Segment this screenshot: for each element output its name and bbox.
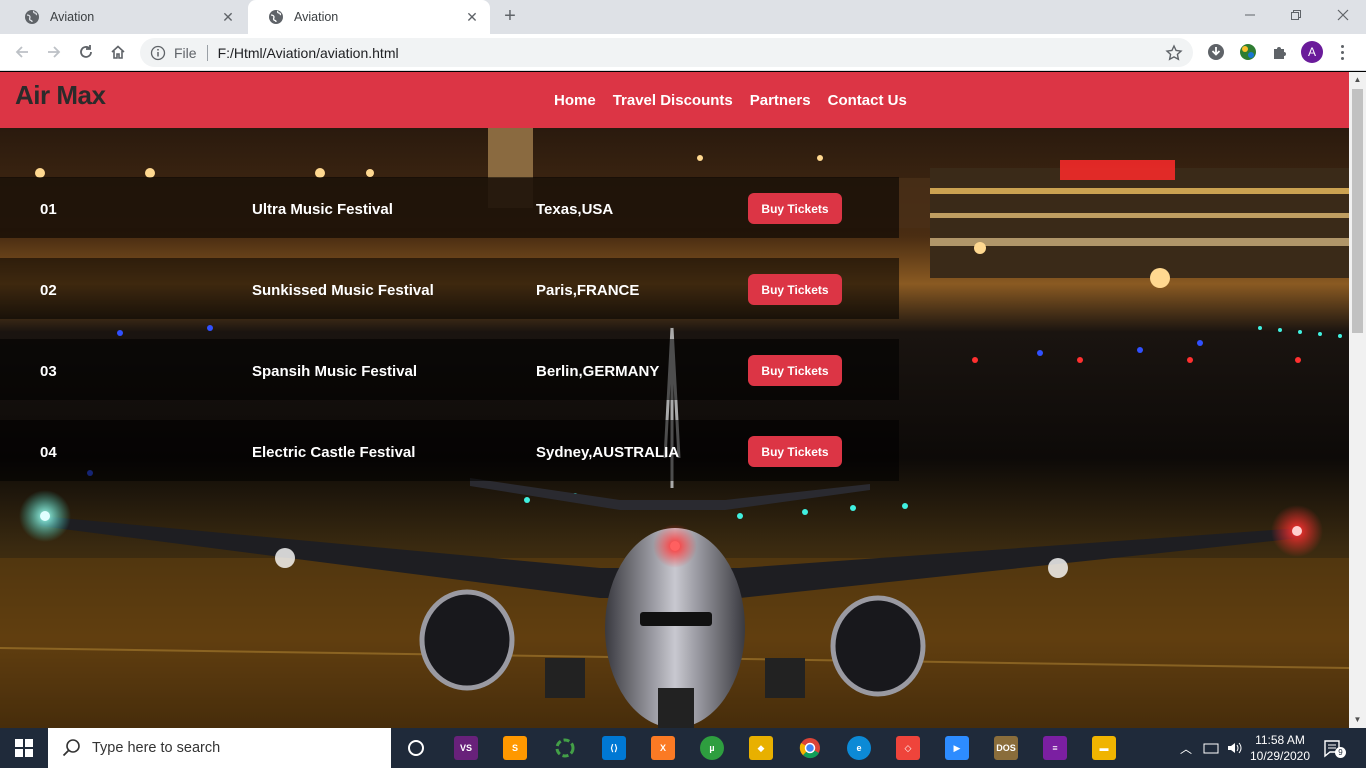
globe-icon xyxy=(268,9,284,25)
windows-taskbar: Type here to search VS S ⟨⟩ X µ ◆ e ◇ ▶ … xyxy=(0,728,1366,768)
event-location: Texas,USA xyxy=(536,201,614,218)
search-icon xyxy=(62,738,82,758)
search-placeholder: Type here to search xyxy=(92,740,221,756)
event-name: Spansih Music Festival xyxy=(252,363,418,380)
globe-icon xyxy=(24,9,40,25)
buy-tickets-button[interactable]: Buy Tickets xyxy=(748,193,842,224)
nav-link-travel-discounts[interactable]: Travel Discounts xyxy=(613,92,733,109)
visual-studio-icon[interactable]: VS xyxy=(454,736,478,760)
divider xyxy=(206,44,208,61)
zoom-icon[interactable]: ▶ xyxy=(945,736,969,760)
sourcetree-icon[interactable]: ◆ xyxy=(749,736,773,760)
reload-icon[interactable] xyxy=(73,39,99,65)
event-row: 02 Sunkissed Music Festival Paris,FRANCE… xyxy=(0,258,899,339)
xampp-icon[interactable]: X xyxy=(651,736,675,760)
event-row: 04 Electric Castle Festival Sydney,AUSTR… xyxy=(0,420,899,501)
vscode-icon[interactable]: ⟨⟩ xyxy=(602,736,626,760)
event-row: 01 Ultra Music Festival Texas,USA Buy Ti… xyxy=(0,177,899,258)
event-number: 02 xyxy=(40,282,57,299)
edge-icon[interactable]: e xyxy=(847,736,871,760)
home-icon[interactable] xyxy=(105,39,131,65)
event-number: 01 xyxy=(40,201,57,218)
site-logo[interactable]: Air Max xyxy=(15,80,106,111)
nav-link-home[interactable]: Home xyxy=(554,92,596,109)
anydesk-icon[interactable]: ◇ xyxy=(896,736,920,760)
browser-toolbar: File F:/Html/Aviation/aviation.html A xyxy=(0,34,1366,71)
scroll-down-arrow-icon[interactable]: ▼ xyxy=(1349,712,1366,728)
file-explorer-icon[interactable]: ▬ xyxy=(1092,736,1116,760)
restore-button[interactable] xyxy=(1273,0,1319,30)
utorrent-icon[interactable]: µ xyxy=(700,736,724,760)
window-close-button[interactable] xyxy=(1320,0,1366,30)
extension-earth-icon[interactable] xyxy=(1238,42,1258,62)
dosbox-icon[interactable]: DOS xyxy=(994,736,1018,760)
event-row: 03 Spansih Music Festival Berlin,GERMANY… xyxy=(0,339,899,420)
scroll-up-arrow-icon[interactable]: ▲ xyxy=(1349,72,1366,88)
new-tab-button[interactable]: + xyxy=(498,5,522,29)
page-viewport: Air Max Home Travel Discounts Partners C… xyxy=(0,72,1349,728)
cortana-icon[interactable] xyxy=(404,736,428,760)
browser-tab-strip: Aviation ✕ Aviation ✕ + xyxy=(0,0,1366,34)
event-name: Sunkissed Music Festival xyxy=(252,282,434,299)
download-icon[interactable] xyxy=(1206,42,1226,62)
close-icon[interactable]: ✕ xyxy=(220,9,236,25)
event-location: Paris,FRANCE xyxy=(536,282,640,299)
chrome-icon[interactable] xyxy=(798,736,822,760)
clock-date: 10/29/2020 xyxy=(1249,749,1311,763)
event-list: 01 Ultra Music Festival Texas,USA Buy Ti… xyxy=(0,177,899,501)
minimize-button[interactable] xyxy=(1227,0,1273,30)
event-number: 03 xyxy=(40,363,57,380)
avatar[interactable]: A xyxy=(1301,41,1323,63)
buy-tickets-button[interactable]: Buy Tickets xyxy=(748,355,842,386)
system-clock[interactable]: 11:58 AM 10/29/2020 xyxy=(1242,732,1318,764)
taskbar-search-box[interactable]: Type here to search xyxy=(48,728,391,768)
network-icon[interactable] xyxy=(1203,728,1219,768)
event-location: Berlin,GERMANY xyxy=(536,363,660,380)
scheme-label: File xyxy=(174,44,197,61)
puzzle-icon[interactable] xyxy=(1270,42,1290,62)
buy-tickets-button[interactable]: Buy Tickets xyxy=(748,436,842,467)
url-text[interactable]: F:/Html/Aviation/aviation.html xyxy=(218,45,399,61)
event-name: Ultra Music Festival xyxy=(252,201,393,218)
site-header: Air Max Home Travel Discounts Partners C… xyxy=(0,72,1349,128)
forward-arrow-icon[interactable] xyxy=(41,39,67,65)
clock-time: 11:58 AM xyxy=(1255,733,1305,747)
show-hidden-icons-chevron-icon[interactable]: ︿ xyxy=(1180,728,1192,768)
main-nav: Home Travel Discounts Partners Contact U… xyxy=(554,92,907,109)
close-icon[interactable]: ✕ xyxy=(464,9,480,25)
browser-tab[interactable]: Aviation ✕ xyxy=(4,0,246,34)
star-icon[interactable] xyxy=(1165,44,1183,62)
windows-start-icon[interactable] xyxy=(0,728,48,768)
nav-link-partners[interactable]: Partners xyxy=(750,92,811,109)
event-number: 04 xyxy=(40,444,57,461)
cycle-app-icon[interactable] xyxy=(553,736,577,760)
notification-count-badge: 9 xyxy=(1335,747,1346,758)
address-bar[interactable]: File F:/Html/Aviation/aviation.html xyxy=(140,38,1193,67)
menu-kebab-icon[interactable] xyxy=(1334,41,1350,63)
info-icon[interactable] xyxy=(150,45,166,61)
page-scrollbar[interactable]: ▲ ▼ xyxy=(1349,72,1366,728)
scrollbar-thumb[interactable] xyxy=(1352,89,1363,333)
browser-tab-active[interactable]: Aviation ✕ xyxy=(248,0,490,34)
volume-icon[interactable] xyxy=(1227,728,1243,768)
sublime-text-icon[interactable]: S xyxy=(503,736,527,760)
nav-link-contact-us[interactable]: Contact Us xyxy=(828,92,907,109)
notification-icon[interactable]: 9 xyxy=(1322,738,1346,758)
event-location: Sydney,AUSTRALIA xyxy=(536,444,680,461)
winrar-icon[interactable]: ≡ xyxy=(1043,736,1067,760)
buy-tickets-button[interactable]: Buy Tickets xyxy=(748,274,842,305)
tab-title: Aviation xyxy=(50,10,95,24)
back-arrow-icon[interactable] xyxy=(9,39,35,65)
tab-title: Aviation xyxy=(294,10,339,24)
event-name: Electric Castle Festival xyxy=(252,444,416,461)
